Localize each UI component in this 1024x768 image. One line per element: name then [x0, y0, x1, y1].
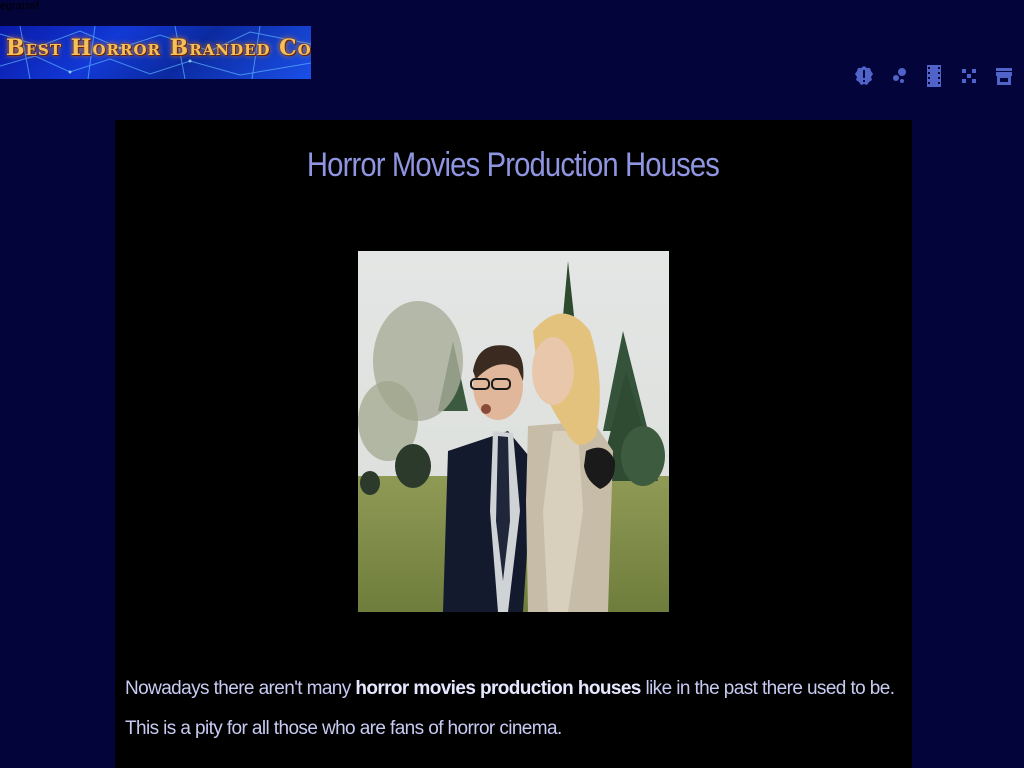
film-icon[interactable]: [925, 64, 943, 88]
site-logo[interactable]: Best Horror Branded Content: [0, 26, 311, 79]
article-paragraph: Nowadays there aren't many horror movies…: [125, 669, 900, 749]
store-icon[interactable]: [995, 64, 1013, 88]
alert-icon[interactable]: [855, 64, 873, 88]
logo-text: Best Horror Branded Content: [6, 35, 311, 61]
dots-icon[interactable]: [890, 64, 908, 88]
film-still-image[interactable]: [358, 251, 669, 612]
film-still-illustration: [358, 251, 669, 612]
top-text-fragment: egranwf: [0, 0, 40, 12]
header-icon-bar: [855, 64, 1013, 88]
paragraph-bold-phrase: horror movies production houses: [355, 678, 641, 699]
grid-icon[interactable]: [960, 64, 978, 88]
page-title: Horror Movies Production Houses: [306, 146, 720, 184]
paragraph-text-start: Nowadays there aren't many: [125, 678, 356, 699]
